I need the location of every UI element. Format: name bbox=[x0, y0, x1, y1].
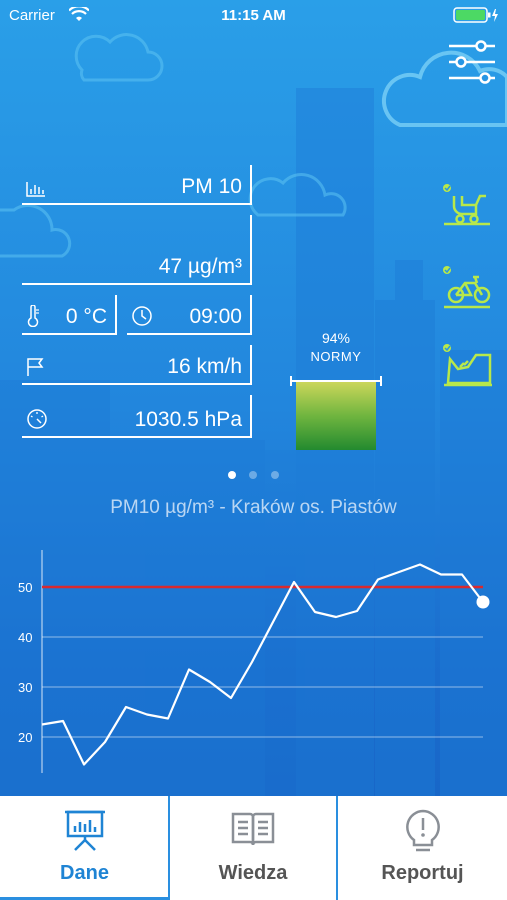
y-tick-label: 50 bbox=[18, 580, 32, 595]
chart-title: PM10 µg/m³ - Kraków os. Piastów bbox=[110, 497, 397, 518]
pollutant-value: PM 10 bbox=[181, 175, 242, 198]
tab-wiedza[interactable]: Wiedza bbox=[170, 796, 336, 900]
lightbulb-alert-icon bbox=[405, 809, 440, 852]
page-dot[interactable] bbox=[271, 471, 279, 479]
page-dot[interactable] bbox=[249, 471, 257, 479]
page-indicator[interactable] bbox=[226, 471, 286, 481]
stroller-icon[interactable] bbox=[442, 182, 492, 226]
concentration-value: 47 µg/m³ bbox=[158, 255, 242, 278]
clock-label: 11:15 AM bbox=[221, 7, 286, 24]
pm10-series-line bbox=[41, 563, 484, 766]
presentation-chart-icon bbox=[64, 810, 105, 851]
tab-reportuj[interactable]: Reportuj bbox=[338, 796, 507, 900]
pm10-line-chart: 50 40 30 20 bbox=[18, 550, 490, 773]
bar-chart-icon bbox=[26, 182, 45, 197]
latest-value-point bbox=[476, 595, 490, 609]
y-tick-label: 20 bbox=[18, 730, 32, 745]
concentration-row: 47 µg/m³ bbox=[22, 215, 252, 285]
status-bar: Carrier 11:15 AM bbox=[0, 0, 507, 30]
book-icon bbox=[231, 812, 275, 846]
clock-icon bbox=[132, 306, 152, 326]
hour-value: 09:00 bbox=[189, 305, 242, 328]
battery-icon bbox=[453, 7, 498, 23]
app-screen: Carrier 11:15 AM PM 10 47 µg/m³ 0 °C 09:… bbox=[0, 0, 507, 900]
temperature-value: 0 °C bbox=[65, 305, 107, 328]
running-shoe-icon[interactable] bbox=[442, 343, 494, 387]
pressure-value: 1030.5 hPa bbox=[134, 408, 242, 431]
norm-marker-tick bbox=[380, 376, 382, 386]
norm-level-bar bbox=[296, 382, 376, 450]
wind-value: 16 km/h bbox=[167, 355, 242, 378]
y-tick-label: 40 bbox=[18, 630, 32, 645]
filter-settings-button[interactable] bbox=[447, 40, 497, 84]
tab-label: Wiedza bbox=[218, 862, 288, 884]
tab-dane[interactable]: Dane bbox=[0, 796, 169, 900]
norm-marker-tick bbox=[290, 376, 292, 386]
tab-label: Dane bbox=[60, 862, 109, 884]
gauge-icon bbox=[27, 409, 47, 429]
tab-label: Reportuj bbox=[381, 862, 464, 884]
flag-icon bbox=[27, 358, 44, 376]
hour-row: 09:00 bbox=[127, 295, 252, 335]
pollutant-row[interactable]: PM 10 bbox=[22, 165, 252, 205]
temperature-row: 0 °C bbox=[22, 295, 117, 335]
tab-bar: Dane Wiedza Reportuj bbox=[0, 796, 507, 900]
thermometer-icon bbox=[27, 305, 39, 327]
y-tick-label: 30 bbox=[18, 680, 32, 695]
page-dot[interactable] bbox=[228, 471, 236, 479]
pressure-row: 1030.5 hPa bbox=[22, 395, 252, 438]
bicycle-icon[interactable] bbox=[442, 265, 492, 309]
norm-percent: 94% bbox=[321, 330, 351, 346]
wind-row: 16 km/h bbox=[22, 345, 252, 385]
norm-caption: NORMY bbox=[310, 349, 362, 364]
